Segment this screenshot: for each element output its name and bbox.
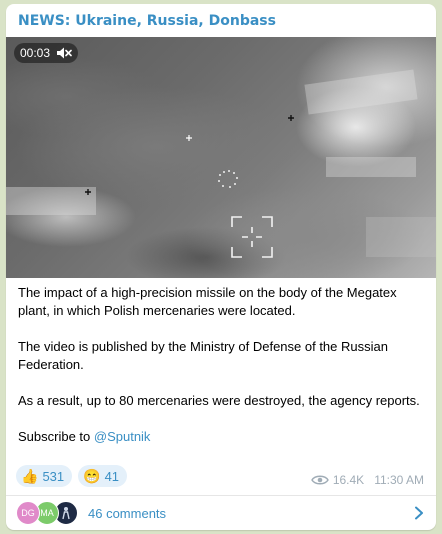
reaction-count: 531 xyxy=(42,468,65,484)
reactions-bar: 👍 531 😁 41 xyxy=(16,465,128,487)
video-time-badge: 00:03 xyxy=(14,43,79,63)
thumbs-up-icon: 👍 xyxy=(21,468,39,484)
video-time: 00:03 xyxy=(20,46,51,60)
reaction-thumbs-up[interactable]: 👍 531 xyxy=(16,465,73,487)
impact-dots-icon xyxy=(218,170,238,188)
message-time: 11:30 AM xyxy=(374,473,424,487)
post-text: The impact of a high-precision missile o… xyxy=(18,284,424,446)
reaction-grinning-face[interactable]: 😁 41 xyxy=(78,465,128,487)
target-mark-icon xyxy=(85,189,91,195)
message-meta: 16.4K 11:30 AM xyxy=(311,473,424,487)
post-paragraph: As a result, up to 80 mercenaries were d… xyxy=(18,393,420,408)
crosshair-mark-icon xyxy=(186,135,192,141)
post-paragraph: The video is published by the Ministry o… xyxy=(18,339,388,372)
target-mark-icon xyxy=(288,115,294,121)
reaction-count: 41 xyxy=(104,468,120,484)
eye-icon xyxy=(311,475,329,485)
subscribe-line: Subscribe to @Sputnik xyxy=(18,428,424,446)
person-silhouette-icon xyxy=(62,507,70,520)
post-paragraph: The impact of a high-precision missile o… xyxy=(18,285,397,318)
view-count: 16.4K xyxy=(332,473,365,487)
muted-speaker-icon[interactable] xyxy=(56,46,72,60)
targeting-reticle-icon xyxy=(231,216,273,258)
grinning-face-icon: 😁 xyxy=(83,468,101,484)
message-bubble: NEWS: Ukraine, Russia, Donbass 00:03 The… xyxy=(6,4,436,530)
chevron-right-icon[interactable] xyxy=(414,506,424,520)
sputnik-mention-link[interactable]: @Sputnik xyxy=(94,429,151,444)
video-player[interactable]: 00:03 xyxy=(6,37,436,278)
comments-link[interactable]: 46 comments xyxy=(88,506,166,521)
subscribe-prefix: Subscribe to xyxy=(18,429,94,444)
avatar: DG xyxy=(16,501,40,525)
channel-name[interactable]: NEWS: Ukraine, Russia, Donbass xyxy=(18,13,276,29)
comments-bar[interactable]: DG MA 46 comments xyxy=(6,496,436,530)
commenter-avatars: DG MA xyxy=(16,501,80,525)
